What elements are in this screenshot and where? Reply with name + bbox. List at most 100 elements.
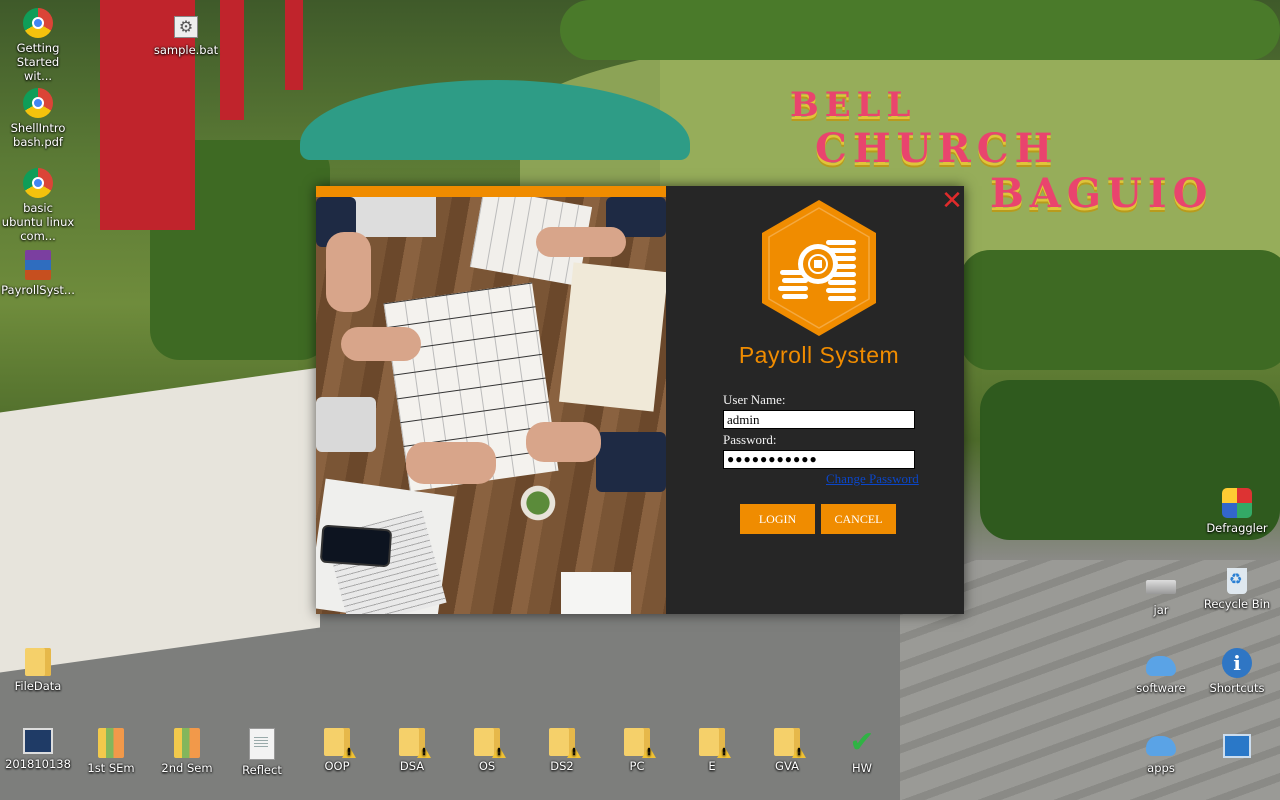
desktop-icon-software[interactable]: software [1124,648,1198,695]
app-window-icon [1223,734,1251,758]
desktop-icon-gva[interactable]: GVA [750,728,824,773]
recycle-bin-icon [1227,568,1247,594]
desktop-icon-app-tile[interactable] [1200,728,1274,765]
wallpaper-gate-pillar [220,0,244,120]
info-icon: i [1222,648,1252,678]
desktop-icon-jar[interactable]: jar [1124,570,1198,617]
desktop-icon-label: Getting Started wit... [16,41,60,83]
username-field[interactable] [723,410,915,429]
desktop-icon-label: sample.bat [153,43,219,57]
desktop-icon-label: E [708,759,716,773]
login-button[interactable]: LOGIN [740,504,815,534]
desktop-icon-label: apps [1147,761,1175,775]
document-icon [249,728,275,760]
desktop-icon-label: PayrollSyst... [1,283,75,297]
desktop-icon-label: 201810138 [5,757,71,771]
desktop-icon-label: basic ubuntu linux com... [1,201,75,243]
payroll-logo-icon [762,200,876,336]
desktop-icon-label: Recycle Bin [1203,597,1271,611]
folder-warning-icon [549,728,575,756]
desktop-icon-label: Reflect [242,763,282,777]
desktop-icon-filedata[interactable]: FileData [1,648,75,693]
cloud-icon [1146,736,1176,756]
desktop-icon-label: FileData [14,679,62,693]
desktop-icon-label: 2nd Sem [161,761,213,775]
login-dialog: ✕ Payroll System User Name: Password: ●●… [316,186,964,614]
defraggler-icon [1222,488,1252,518]
change-password-link[interactable]: Change Password [826,471,919,487]
checkmark-icon: ✔ [849,725,875,760]
desktop-icon-201810138[interactable]: 201810138 [1,728,75,771]
photo-laptop [346,197,436,237]
desktop-icon-shellintro[interactable]: ShellIntro bash.pdf [1,88,75,149]
photo-planner [558,262,666,412]
desktop-icon-label: 1st SEm [87,761,135,775]
desktop-icon-label: ShellIntro bash.pdf [10,121,66,149]
office-desk-photo [316,197,666,614]
desktop-icon-os[interactable]: OS [450,728,524,773]
chrome-icon [23,168,53,198]
desktop-icon-hw[interactable]: ✔ HW [825,725,899,776]
desktop-icon-oop[interactable]: OOP [300,728,374,773]
folder-warning-icon [474,728,500,756]
password-label: Password: [723,432,777,447]
chrome-icon [23,88,53,118]
desktop-icon-reflect[interactable]: Reflect [225,728,299,777]
photo-phone [319,524,393,568]
desktop-icon-shortcuts[interactable]: i Shortcuts [1200,648,1274,695]
desktop-icon-ds2[interactable]: DS2 [525,728,599,773]
cancel-button[interactable]: CANCEL [821,504,896,534]
desktop-icon-payroll-system[interactable]: PayrollSyst... [1,250,75,297]
folder-warning-icon [699,728,725,756]
close-icon[interactable]: ✕ [940,188,964,214]
cloud-icon [1146,656,1176,676]
wallpaper-sign-letters: BELL [790,85,917,125]
wallpaper-hedge [560,0,1280,60]
wallpaper-sign-letters: BAGUIO [990,170,1214,217]
wallpaper-gate-pillar [285,0,303,90]
desktop-icon-recycle-bin[interactable]: Recycle Bin [1200,568,1274,611]
desktop-icon-label: Defraggler [1206,521,1268,535]
desktop-icon-2nd-sem[interactable]: 2nd Sem [150,728,224,775]
username-label: User Name: [723,392,786,407]
photo-hand [326,232,371,312]
desktop-icon-label: DS2 [550,759,574,773]
photo-box [561,572,631,614]
desktop-icon-getting-started[interactable]: Getting Started wit... [1,8,75,83]
desktop-icon-defraggler[interactable]: Defraggler [1200,488,1274,535]
desktop-icon-label: Shortcuts [1209,681,1265,695]
desktop-icon-basic-ubuntu[interactable]: basic ubuntu linux com... [1,168,75,243]
folder-warning-icon [324,728,350,756]
desktop-icon-label: jar [1153,603,1169,617]
batch-file-icon: ⚙ [174,16,198,38]
photo-plant [518,483,558,523]
wallpaper-wall [0,367,320,673]
desktop-icon-label: software [1136,681,1186,695]
folder-warning-icon [624,728,650,756]
photo-hand [406,442,496,484]
photo-hand [536,227,626,257]
password-field[interactable]: ●●●●●●●●●●● [723,450,915,469]
desktop-icon-sample-bat[interactable]: ⚙ sample.bat [149,8,223,57]
wallpaper-sign-letters: CHURCH [815,125,1059,172]
drive-icon [1146,580,1176,594]
monitor-icon [23,728,53,754]
desktop-icon-label: DSA [399,759,425,773]
desktop-icon-apps[interactable]: apps [1124,728,1198,775]
photo-hand [526,422,601,462]
desktop-icon-pc[interactable]: PC [600,728,674,773]
desktop-icon-dsa[interactable]: DSA [375,728,449,773]
library-icon [174,728,200,758]
wallpaper-hedge [960,250,1280,370]
photo-sleeve [316,397,376,452]
desktop-icon-e[interactable]: E [675,728,749,773]
desktop-icon-label: HW [851,761,873,775]
desktop-icon-1st-sem[interactable]: 1st SEm [74,728,148,775]
app-title: Payroll System [738,342,900,368]
desktop-icon-label: OOP [324,759,350,773]
folder-warning-icon [774,728,800,756]
dialog-accent-bar [316,186,666,197]
folder-warning-icon [399,728,425,756]
photo-sleeve [596,432,666,492]
photo-hand [341,327,421,361]
